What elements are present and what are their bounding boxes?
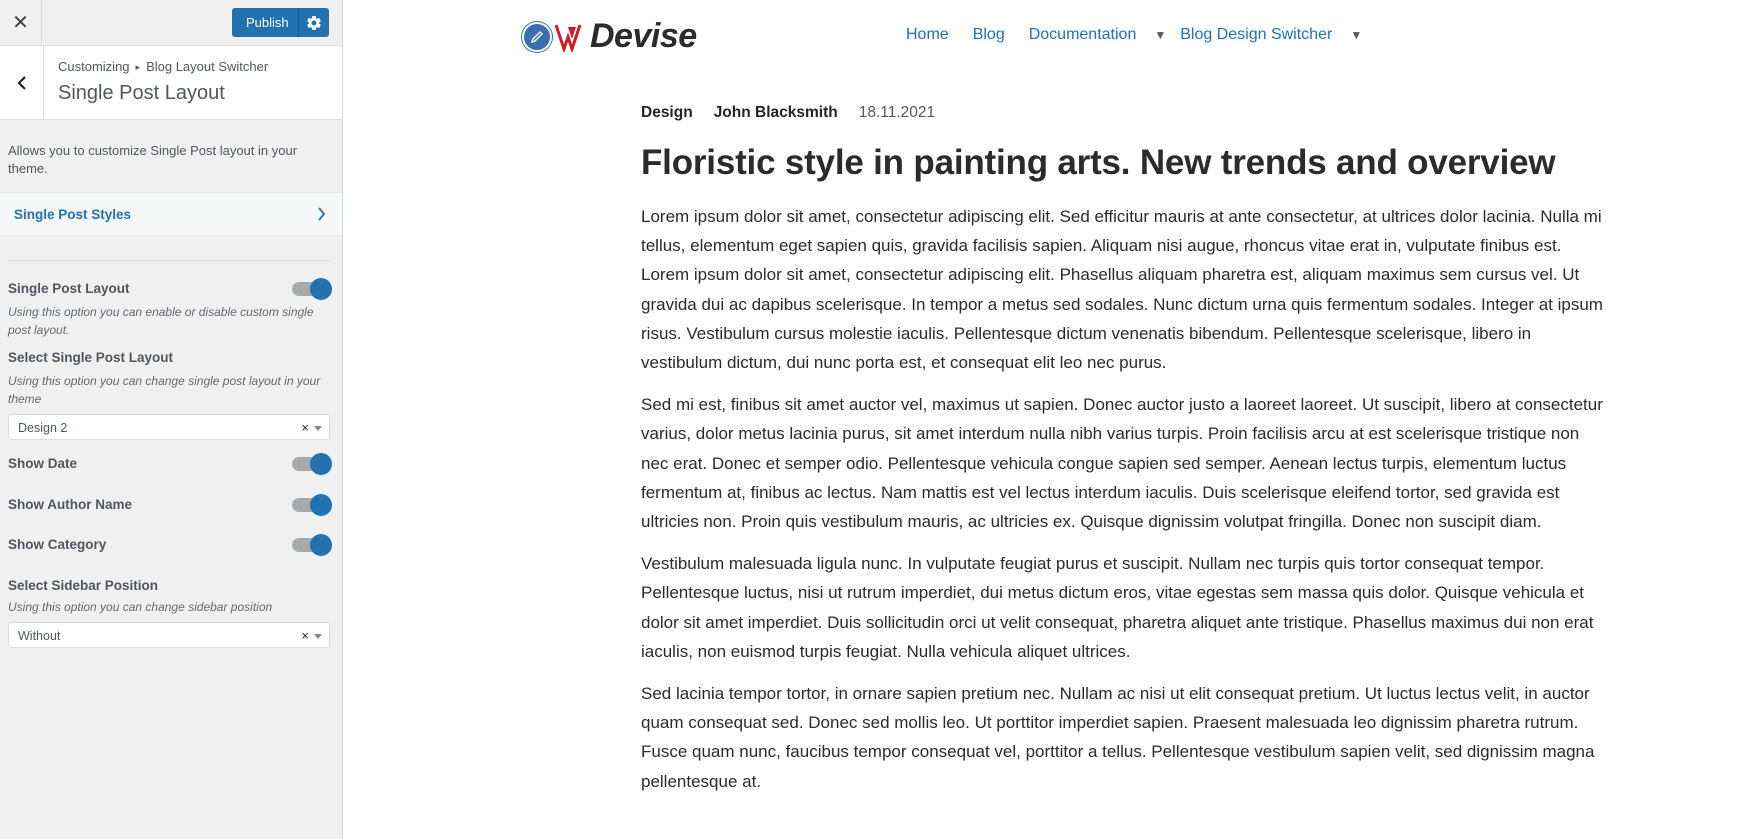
publish-group: Publish: [232, 8, 329, 37]
pencil-icon: [522, 21, 552, 52]
toggle-knob: [310, 278, 332, 300]
sidebar-position-label: Select Sidebar Position: [8, 578, 159, 593]
control-single-post-layout: Single Post Layout Using this option you…: [0, 278, 342, 339]
close-customizer-button[interactable]: ✕: [0, 0, 42, 45]
control-sidebar-position: Select Sidebar Position Using this optio…: [0, 578, 342, 648]
single-post-styles-label: Single Post Styles: [14, 206, 132, 222]
layout-select[interactable]: Design 2 ×: [8, 414, 330, 440]
publish-button[interactable]: Publish: [232, 8, 298, 37]
section-description: Allows you to customize Single Post layo…: [8, 143, 298, 176]
clear-icon[interactable]: ×: [301, 623, 309, 649]
control-show-date: Show Date: [0, 453, 342, 476]
nav-blog-design-switcher[interactable]: Blog Design Switcher: [1180, 26, 1332, 44]
documentation-dropdown-icon[interactable]: ▼: [1154, 28, 1166, 42]
post-paragraph: Lorem ipsum dolor sit amet, consectetur …: [641, 207, 1603, 373]
breadcrumb-parent: Blog Layout Switcher: [146, 59, 269, 74]
customizer-topbar: ✕ Publish: [0, 0, 342, 46]
switcher-dropdown-icon[interactable]: ▼: [1350, 28, 1362, 42]
show-author-label: Show Author Name: [8, 497, 133, 512]
section-header: Customizing ▸ Blog Layout Switcher Single …: [0, 46, 342, 120]
post-paragraph: Vestibulum malesuada ligula nunc. In vul…: [641, 554, 1594, 661]
logo-w-mark: [555, 22, 589, 52]
toggle-knob: [310, 453, 332, 475]
toggle-knob: [310, 534, 332, 556]
single-post-layout-description: Using this option you can enable or disa…: [8, 305, 314, 337]
show-category-label: Show Category: [8, 537, 107, 552]
control-show-author: Show Author Name: [0, 494, 342, 517]
sidebar-position-description: Using this option you can change sidebar…: [8, 600, 273, 614]
sidebar-position-select[interactable]: Without ×: [8, 622, 330, 648]
show-author-toggle[interactable]: [292, 494, 332, 516]
publish-settings-button[interactable]: [298, 8, 329, 37]
post-paragraph: Sed mi est, finibus sit amet auctor vel,…: [641, 395, 1603, 532]
post-author[interactable]: John Blacksmith: [714, 104, 838, 122]
show-category-toggle[interactable]: [292, 534, 332, 556]
nav-home[interactable]: Home: [906, 26, 949, 44]
breadcrumb: Customizing ▸ Blog Layout Switcher: [58, 59, 268, 74]
select-layout-description: Using this option you can change single …: [8, 374, 321, 406]
site-preview: Devise Home Blog Documentation ▼ Blog De…: [344, 0, 1754, 839]
show-date-label: Show Date: [8, 456, 78, 471]
breadcrumb-root: Customizing: [58, 59, 130, 74]
post-article: Design John Blacksmith 18.11.2021 Floris…: [641, 104, 1609, 796]
post-date: 18.11.2021: [858, 104, 936, 121]
site-logo[interactable]: Devise: [522, 17, 697, 56]
logo-text: Devise: [590, 17, 697, 55]
close-icon: ✕: [12, 12, 29, 34]
post-title: Floristic style in painting arts. New tr…: [641, 143, 1556, 182]
breadcrumb-arrow-icon: ▸: [135, 62, 141, 72]
control-show-category: Show Category: [0, 534, 342, 557]
chevron-left-icon: [16, 75, 26, 90]
post-category[interactable]: Design: [641, 104, 693, 122]
post-meta: Design John Blacksmith 18.11.2021: [641, 104, 1609, 122]
nav-documentation[interactable]: Documentation: [1029, 26, 1137, 44]
chevron-right-icon: [318, 207, 326, 221]
back-button[interactable]: [0, 46, 44, 119]
show-date-toggle[interactable]: [292, 453, 332, 475]
section-title: Single Post Layout: [58, 82, 225, 104]
dropdown-caret-icon: [314, 426, 322, 431]
layout-select-value: Design 2: [18, 421, 68, 435]
single-post-styles-link[interactable]: Single Post Styles: [0, 192, 342, 236]
control-select-layout: Select Single Post Layout Using this opt…: [0, 350, 342, 440]
gear-icon: [307, 15, 321, 30]
post-paragraph: Sed lacinia tempor tortor, in ornare sap…: [641, 684, 1595, 791]
select-layout-label: Select Single Post Layout: [8, 350, 174, 365]
sidebar-position-value: Without: [18, 629, 61, 643]
toggle-knob: [310, 494, 332, 516]
site-header: Devise Home Blog Documentation ▼ Blog De…: [344, 0, 1754, 70]
customizer-sidebar: ✕ Publish Customizing ▸ Blog Layout Switch…: [0, 0, 343, 839]
dropdown-caret-icon: [314, 634, 322, 639]
section-divider: [8, 260, 330, 261]
clear-icon[interactable]: ×: [301, 415, 309, 441]
nav-blog[interactable]: Blog: [973, 26, 1005, 44]
single-post-layout-label: Single Post Layout: [8, 281, 130, 296]
main-nav: Home Blog Documentation ▼ Blog Design Sw…: [906, 26, 1376, 44]
single-post-layout-toggle[interactable]: [292, 278, 332, 300]
